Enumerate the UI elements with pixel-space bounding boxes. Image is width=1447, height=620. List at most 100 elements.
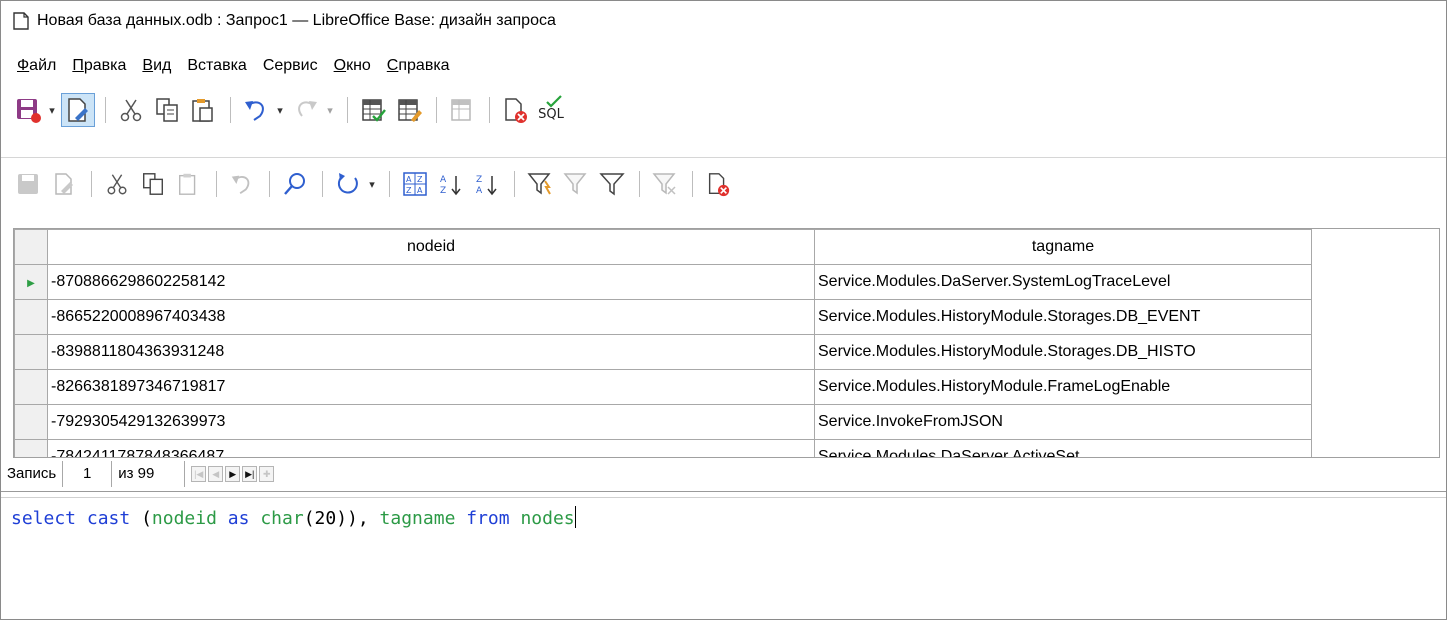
edit-mode-button[interactable] xyxy=(61,93,95,127)
menu-window[interactable]: Окно xyxy=(326,57,379,75)
table-row[interactable]: ▶ -8708866298602258142 Service.Modules.D… xyxy=(14,264,1433,300)
standard-filter-button[interactable] xyxy=(595,167,629,201)
menu-view[interactable]: Вид xyxy=(134,57,179,75)
current-row-pointer-icon: ▶ xyxy=(27,278,35,289)
cell-tagname[interactable]: Service.Modules.DaServer.ActiveSet xyxy=(814,439,1312,457)
autofilter-button[interactable] xyxy=(523,167,557,201)
toolbar-separator xyxy=(105,97,106,123)
record-number-field[interactable]: 1 xyxy=(63,461,113,487)
table-row[interactable]: -8266381897346719817 Service.Modules.His… xyxy=(14,369,1433,405)
svg-text:Z: Z xyxy=(476,175,482,185)
row-header[interactable] xyxy=(14,299,48,335)
next-record-button[interactable]: ▶ xyxy=(225,466,241,482)
undo-dropdown-arrow[interactable]: ▾ xyxy=(275,93,285,127)
cell-nodeid[interactable]: -7842411787848366487 xyxy=(47,439,815,457)
cell-tagname[interactable]: Service.Modules.DaServer.SystemLogTraceL… xyxy=(814,264,1312,300)
filter-icon xyxy=(563,173,587,195)
menu-file[interactable]: Файл xyxy=(9,57,64,75)
cut-data-button[interactable] xyxy=(100,167,134,201)
cell-tagname[interactable]: Service.Modules.HistoryModule.FrameLogEn… xyxy=(814,369,1312,405)
menu-insert[interactable]: Вставка xyxy=(179,57,254,75)
search-icon xyxy=(284,173,305,195)
delete-record-icon xyxy=(708,173,730,197)
add-tables-button[interactable] xyxy=(445,93,479,127)
row-header[interactable] xyxy=(14,439,48,457)
record-count: из 99 xyxy=(112,461,186,487)
previous-record-button[interactable]: ◀ xyxy=(208,466,224,482)
paste-icon xyxy=(192,99,213,122)
edit-data-button[interactable] xyxy=(47,167,81,201)
row-header[interactable] xyxy=(14,334,48,370)
save-dropdown-arrow[interactable]: ▾ xyxy=(47,93,57,127)
table-row[interactable]: -7929305429132639973 Service.InvokeFromJ… xyxy=(14,404,1433,440)
cell-nodeid[interactable]: -8266381897346719817 xyxy=(47,369,815,405)
delete-record-button[interactable] xyxy=(701,167,735,201)
empty-space xyxy=(1311,404,1433,440)
cell-nodeid[interactable]: -8398811804363931248 xyxy=(47,334,815,370)
menu-help[interactable]: Справка xyxy=(379,57,458,75)
apply-filter-button[interactable] xyxy=(559,167,593,201)
refresh-button[interactable] xyxy=(331,167,365,201)
sort-button[interactable]: A Z Z A xyxy=(398,167,432,201)
cell-nodeid[interactable]: -8665220008967403438 xyxy=(47,299,815,335)
svg-text:A: A xyxy=(476,186,483,196)
svg-text:Z: Z xyxy=(440,186,446,196)
save-button[interactable] xyxy=(11,93,45,127)
cell-tagname[interactable]: Service.Modules.HistoryModule.Storages.D… xyxy=(814,334,1312,370)
column-header-tagname[interactable]: tagname xyxy=(814,229,1312,265)
row-header[interactable]: ▶ xyxy=(14,264,48,300)
table-row[interactable]: -8398811804363931248 Service.Modules.His… xyxy=(14,334,1433,370)
corner-cell[interactable] xyxy=(14,229,48,265)
table-row[interactable]: -7842411787848366487 Service.Modules.DaS… xyxy=(14,439,1433,457)
svg-text:Z: Z xyxy=(406,186,412,195)
first-record-button[interactable]: |◀ xyxy=(191,466,207,482)
reset-filter-button[interactable] xyxy=(648,167,682,201)
result-grid[interactable]: nodeid tagname ▶ -8708866298602258142 Se… xyxy=(13,228,1440,458)
sql-token: nodeid xyxy=(151,508,217,529)
sort-ascending-icon: A Z xyxy=(440,175,461,196)
save-record-button[interactable] xyxy=(11,167,45,201)
new-record-button[interactable]: ✚ xyxy=(259,466,275,482)
sql-editor[interactable]: select cast (nodeid as char(20)), tagnam… xyxy=(11,506,576,529)
table-row[interactable]: -8665220008967403438 Service.Modules.His… xyxy=(14,299,1433,335)
pane-splitter[interactable] xyxy=(1,491,1446,492)
query-design-button[interactable] xyxy=(392,93,426,127)
cut-button[interactable] xyxy=(114,93,148,127)
redo-dropdown-arrow[interactable]: ▾ xyxy=(325,93,335,127)
toolbar-separator xyxy=(436,97,437,123)
sql-mode-button[interactable]: SQL xyxy=(534,93,568,127)
cell-tagname[interactable]: Service.InvokeFromJSON xyxy=(814,404,1312,440)
toolbar-separator xyxy=(347,97,348,123)
undo-button[interactable] xyxy=(239,93,273,127)
cell-tagname[interactable]: Service.Modules.HistoryModule.Storages.D… xyxy=(814,299,1312,335)
paste-button[interactable] xyxy=(186,93,220,127)
last-record-button[interactable]: ▶| xyxy=(242,466,258,482)
record-navigation-bar: Запись 1 из 99 |◀ ◀ ▶ ▶| ✚ xyxy=(1,459,431,489)
cell-nodeid[interactable]: -7929305429132639973 xyxy=(47,404,815,440)
empty-space xyxy=(1311,299,1433,335)
find-record-button[interactable] xyxy=(278,167,312,201)
undo-data-button[interactable] xyxy=(225,167,259,201)
paste-data-button[interactable] xyxy=(172,167,206,201)
column-header-nodeid[interactable]: nodeid xyxy=(47,229,815,265)
redo-button[interactable] xyxy=(289,93,323,127)
refresh-dropdown-arrow[interactable]: ▾ xyxy=(367,167,377,201)
sort-descending-button[interactable]: Z A xyxy=(470,167,504,201)
run-query-icon xyxy=(362,99,386,122)
pane-splitter-edge xyxy=(1,497,1446,498)
sort-ascending-button[interactable]: A Z xyxy=(434,167,468,201)
empty-header-space xyxy=(1311,229,1433,265)
run-query-button[interactable] xyxy=(356,93,390,127)
row-header[interactable] xyxy=(14,404,48,440)
record-label: Запись xyxy=(1,461,64,487)
cell-nodeid[interactable]: -8708866298602258142 xyxy=(47,264,815,300)
sql-token: char xyxy=(260,508,304,529)
save-record-icon xyxy=(18,174,38,194)
menu-tools[interactable]: Сервис xyxy=(255,57,326,75)
clear-query-button[interactable] xyxy=(498,93,532,127)
copy-button[interactable] xyxy=(150,93,184,127)
menu-edit[interactable]: Правка xyxy=(64,57,134,75)
table-data-toolbar: ▾ A Z Z A A Z Z A xyxy=(1,159,1446,209)
copy-data-button[interactable] xyxy=(136,167,170,201)
row-header[interactable] xyxy=(14,369,48,405)
